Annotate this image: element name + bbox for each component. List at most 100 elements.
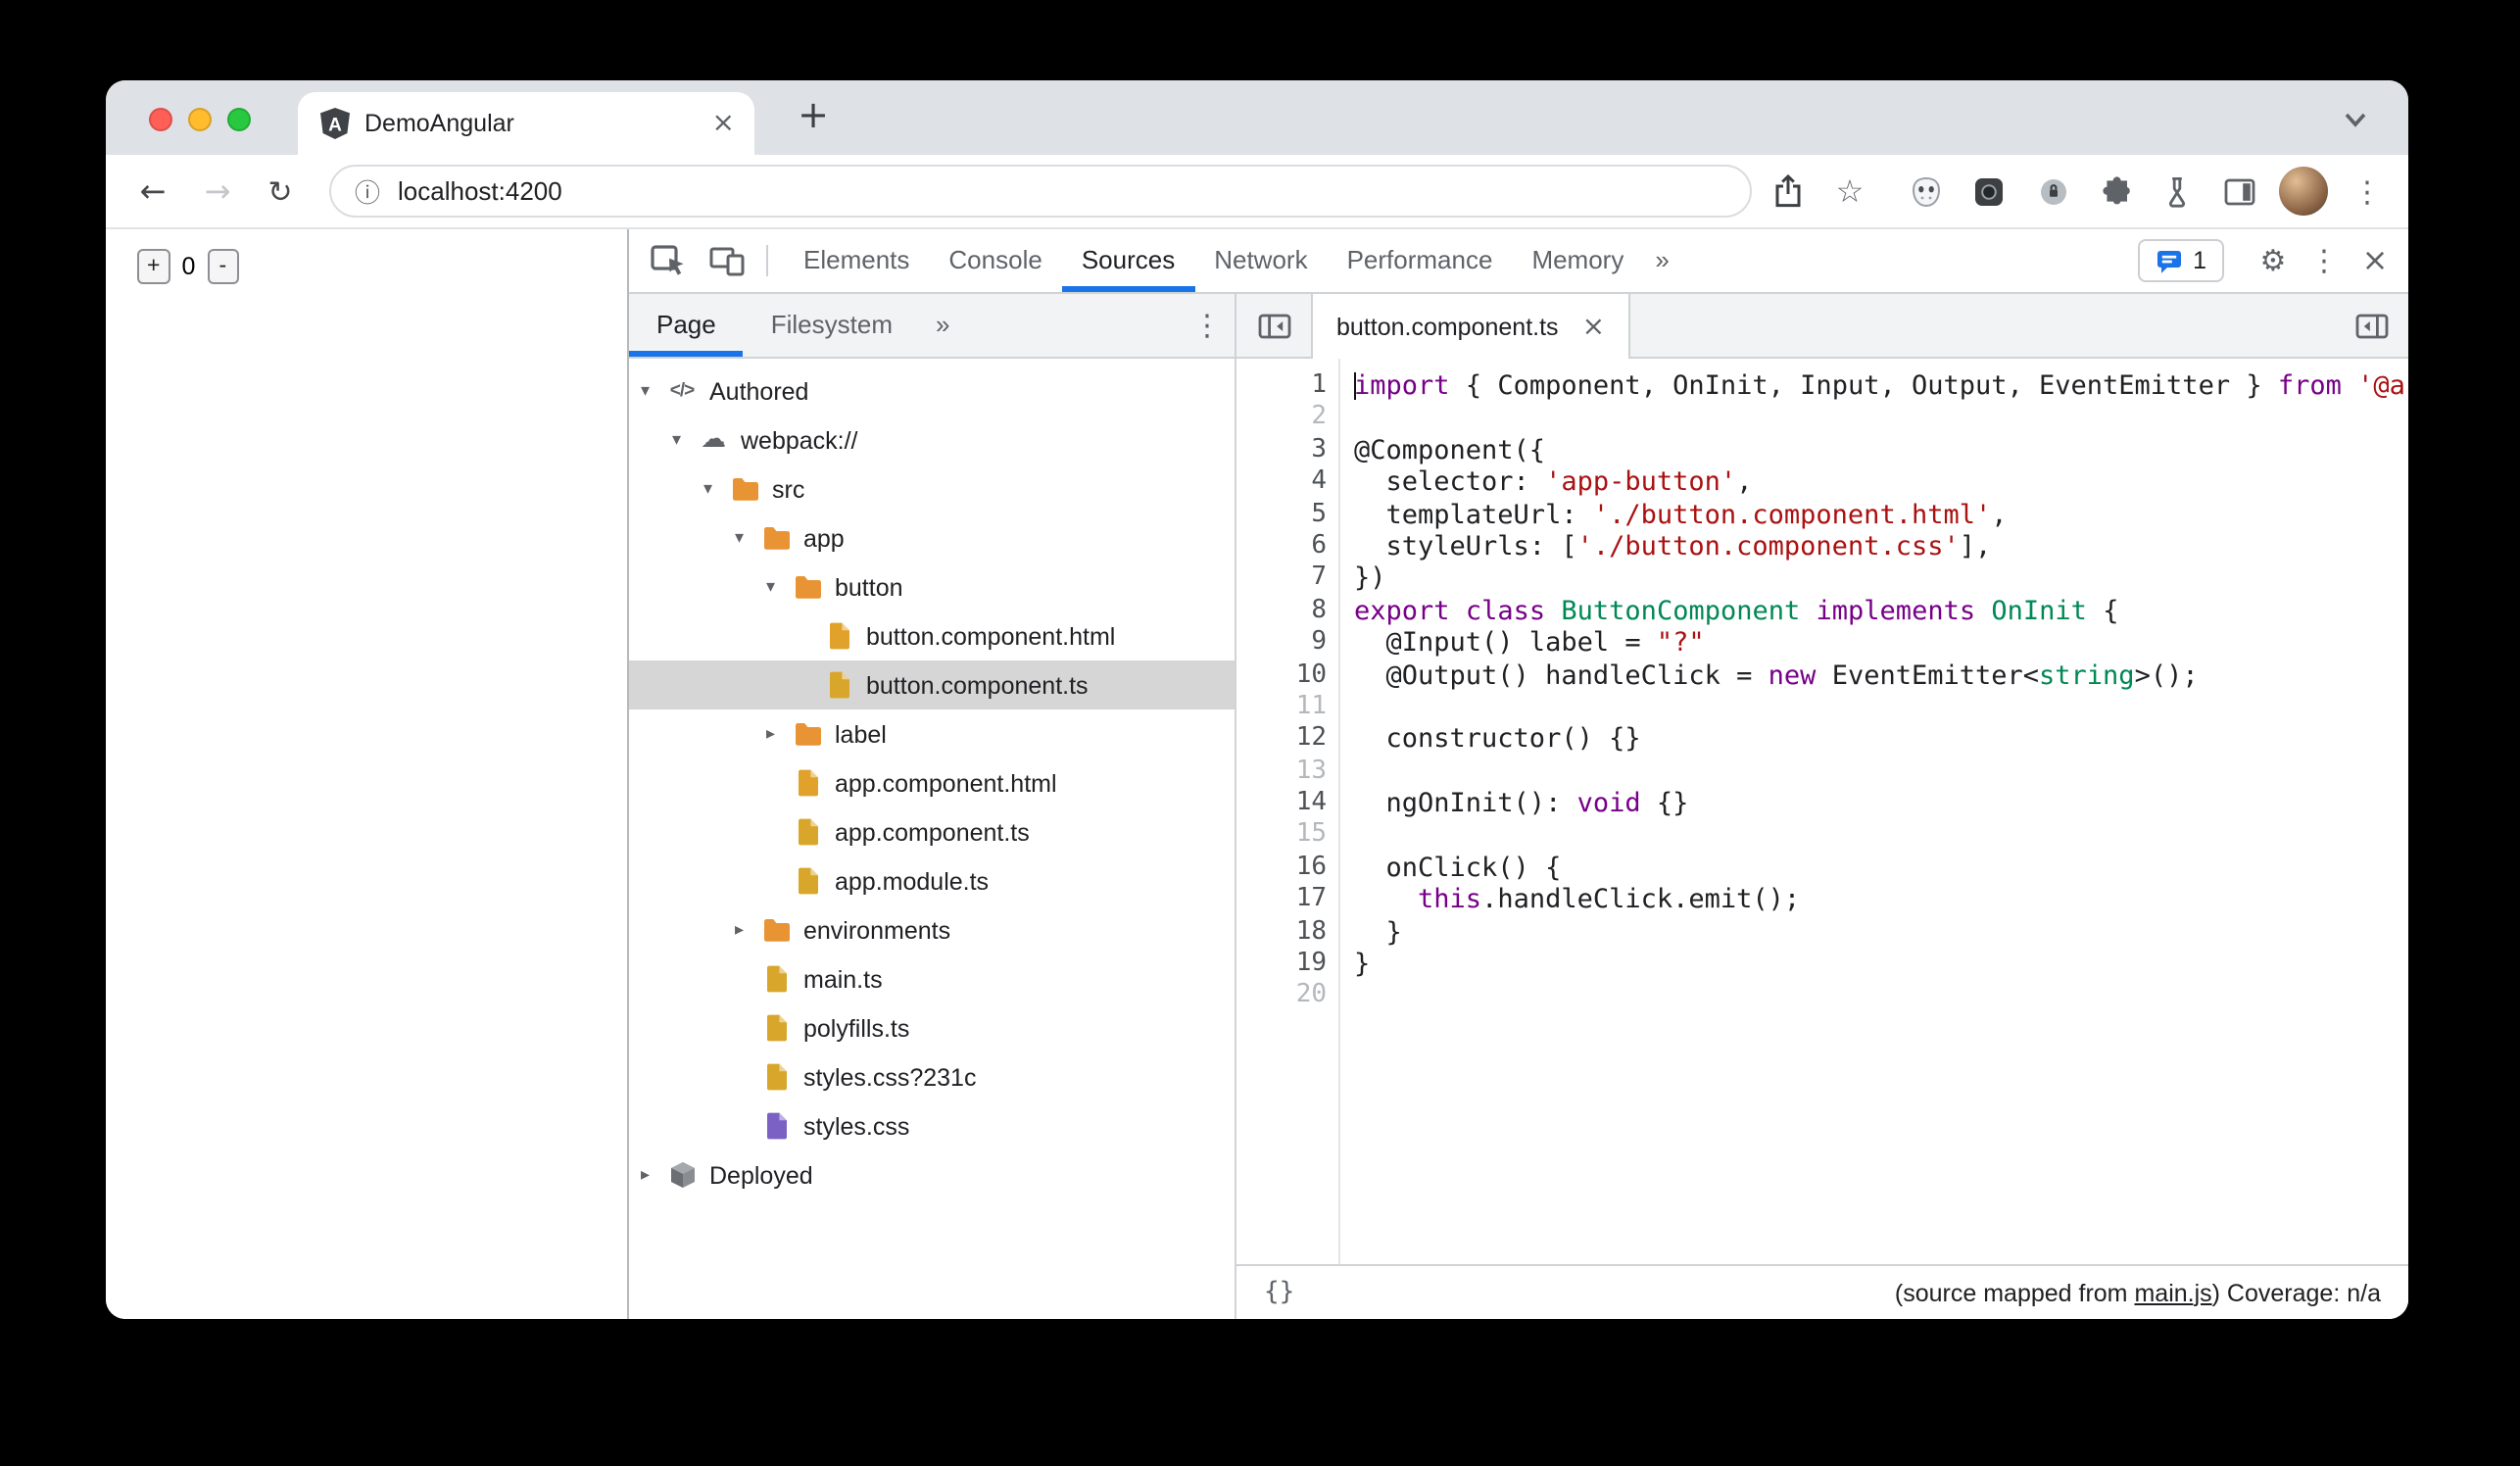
chevron-right-icon[interactable]: ▸: [735, 920, 760, 940]
code-line[interactable]: [1354, 981, 2408, 1013]
tree-item-Authored[interactable]: ▾ </> Authored: [629, 366, 1235, 415]
chevron-down-icon[interactable]: ▾: [672, 430, 698, 450]
browser-tab[interactable]: A DemoAngular ×: [298, 92, 754, 155]
tree-item-app.component.ts[interactable]: app.component.ts: [629, 807, 1235, 856]
code-line[interactable]: @Component({: [1354, 435, 2408, 467]
code-line[interactable]: }: [1354, 949, 2408, 981]
chevron-down-icon[interactable]: ▾: [766, 577, 792, 597]
tab-elements[interactable]: Elements: [784, 229, 929, 292]
chevron-right-icon[interactable]: ▸: [766, 724, 792, 744]
tab-sources[interactable]: Sources: [1062, 229, 1194, 292]
tab-performance[interactable]: Performance: [1328, 229, 1513, 292]
code-line[interactable]: }: [1354, 916, 2408, 949]
code-line[interactable]: [1354, 692, 2408, 724]
code-line[interactable]: }): [1354, 563, 2408, 596]
bookmark-star-icon[interactable]: ☆: [1826, 155, 1873, 227]
devtools-menu-kebab-icon[interactable]: ⋮: [2299, 229, 2350, 292]
tab-close-icon[interactable]: ×: [712, 108, 735, 139]
tree-item-app.component.html[interactable]: app.component.html: [629, 758, 1235, 807]
code-line[interactable]: styleUrls: ['./button.component.css'],: [1354, 531, 2408, 563]
pretty-print-button[interactable]: {}: [1264, 1278, 1294, 1307]
tree-item-button.component.ts[interactable]: button.component.ts: [629, 660, 1235, 709]
tree-item-styles.css?231c[interactable]: styles.css?231c: [629, 1052, 1235, 1101]
code-line[interactable]: export class ButtonComponent implements …: [1354, 595, 2408, 627]
tree-item-webpack://[interactable]: ▾ ☁ webpack://: [629, 415, 1235, 464]
line-number[interactable]: 19: [1236, 949, 1327, 981]
chevron-right-icon[interactable]: ▸: [641, 1165, 666, 1185]
code-area[interactable]: import { Component, OnInit, Input, Outpu…: [1340, 359, 2408, 1264]
profile-avatar[interactable]: [2279, 167, 2328, 216]
line-number[interactable]: 10: [1236, 660, 1327, 692]
code-line[interactable]: this.handleClick.emit();: [1354, 885, 2408, 917]
line-number[interactable]: 11: [1236, 692, 1327, 724]
tree-item-polyfills.ts[interactable]: polyfills.ts: [629, 1003, 1235, 1052]
site-info-icon[interactable]: ⓘ: [355, 172, 380, 210]
labs-flask-icon[interactable]: [2154, 155, 2201, 227]
line-number[interactable]: 18: [1236, 916, 1327, 949]
share-icon[interactable]: [1764, 155, 1811, 227]
line-number[interactable]: 6: [1236, 531, 1327, 563]
tab-page[interactable]: Page: [629, 294, 744, 357]
inspect-element-icon[interactable]: [645, 229, 692, 292]
tab-filesystem[interactable]: Filesystem: [744, 294, 920, 357]
toggle-navigator-panel-icon[interactable]: [1236, 294, 1311, 357]
tab-search-chevron-icon[interactable]: [2344, 104, 2367, 139]
issues-button[interactable]: 1: [2138, 239, 2224, 282]
more-navigator-tabs-chevron[interactable]: »: [920, 294, 965, 357]
reload-button[interactable]: ↻: [257, 155, 304, 227]
navigator-menu-kebab-icon[interactable]: ⋮: [1180, 294, 1235, 357]
code-line[interactable]: @Input() label = "?": [1354, 627, 2408, 660]
tree-item-button.component.html[interactable]: button.component.html: [629, 611, 1235, 660]
tree-item-Deployed[interactable]: ▸ Deployed: [629, 1150, 1235, 1199]
zoom-window-button[interactable]: [227, 108, 251, 131]
chevron-down-icon[interactable]: ▾: [735, 528, 760, 548]
line-number[interactable]: 7: [1236, 563, 1327, 596]
more-panels-chevron[interactable]: »: [1643, 229, 1680, 292]
toggle-debugger-panel-icon[interactable]: [2334, 294, 2408, 357]
line-number[interactable]: 13: [1236, 756, 1327, 788]
tab-console[interactable]: Console: [929, 229, 1061, 292]
omnibox[interactable]: ⓘ localhost:4200: [329, 165, 1752, 218]
chevron-down-icon[interactable]: ▾: [703, 479, 729, 499]
code-line[interactable]: [1354, 756, 2408, 788]
increment-button[interactable]: +: [137, 249, 170, 284]
code-line[interactable]: ngOnInit(): void {}: [1354, 788, 2408, 820]
code-line[interactable]: templateUrl: './button.component.html',: [1354, 499, 2408, 531]
device-toolbar-icon[interactable]: [703, 229, 751, 292]
line-number[interactable]: 2: [1236, 403, 1327, 435]
line-number[interactable]: 16: [1236, 853, 1327, 885]
code-line[interactable]: selector: 'app-button',: [1354, 466, 2408, 499]
url-text[interactable]: localhost:4200: [398, 176, 562, 206]
code-line[interactable]: [1354, 820, 2408, 853]
extensions-puzzle-icon[interactable]: [2093, 155, 2140, 227]
side-panel-icon[interactable]: [2216, 155, 2263, 227]
line-number[interactable]: 20: [1236, 981, 1327, 1013]
forward-button[interactable]: →: [194, 155, 241, 227]
line-number[interactable]: 15: [1236, 820, 1327, 853]
line-number[interactable]: 5: [1236, 499, 1327, 531]
settings-gear-icon[interactable]: ⚙: [2248, 229, 2299, 292]
tree-item-environments[interactable]: ▸ environments: [629, 905, 1235, 954]
browser-menu-kebab-icon[interactable]: ⋮: [2344, 155, 2391, 227]
devtools-close-icon[interactable]: ×: [2350, 229, 2400, 292]
code-line[interactable]: onClick() {: [1354, 853, 2408, 885]
tree-item-app[interactable]: ▾ app: [629, 513, 1235, 562]
tree-item-label[interactable]: ▸ label: [629, 709, 1235, 758]
code-editor[interactable]: 1 2 3 4 5 6 7 8 9 10 11 12 13 14 15 16 17 18 19 20 import {…: [1236, 359, 2408, 1264]
lock-extension-icon[interactable]: [2030, 155, 2077, 227]
minimize-window-button[interactable]: [188, 108, 212, 131]
tree-item-src[interactable]: ▾ src: [629, 464, 1235, 513]
code-line[interactable]: import { Component, OnInit, Input, Outpu…: [1353, 370, 2408, 403]
line-number[interactable]: 14: [1236, 788, 1327, 820]
source-map-link[interactable]: main.js: [2134, 1279, 2211, 1306]
chevron-down-icon[interactable]: ▾: [641, 381, 666, 401]
editor-file-tab[interactable]: button.component.ts ×: [1311, 294, 1631, 359]
line-number[interactable]: 12: [1236, 724, 1327, 757]
line-number[interactable]: 4: [1236, 466, 1327, 499]
line-number[interactable]: 3: [1236, 435, 1327, 467]
close-window-button[interactable]: [149, 108, 172, 131]
new-tab-button[interactable]: +: [784, 80, 843, 155]
line-number[interactable]: 17: [1236, 885, 1327, 917]
line-number[interactable]: 8: [1236, 595, 1327, 627]
line-number[interactable]: 1: [1236, 370, 1327, 403]
